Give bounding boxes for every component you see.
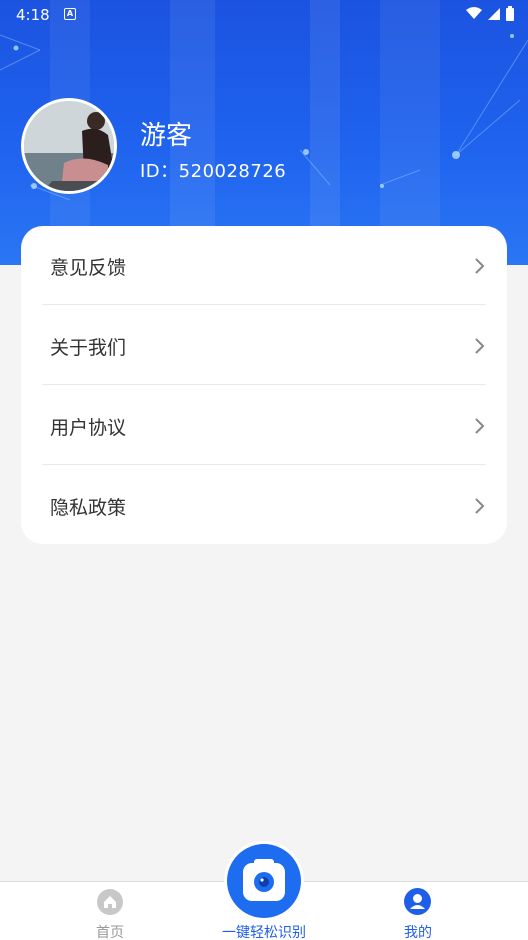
- home-icon: [97, 889, 123, 915]
- notification-icon: A: [64, 8, 76, 20]
- settings-menu-card: 意见反馈 关于我们 用户协议 隐私政策: [21, 226, 507, 544]
- avatar-image: [24, 101, 114, 191]
- battery-icon: [506, 6, 514, 21]
- tab-scan-label: 一键轻松识别: [222, 925, 306, 940]
- menu-item-user-agreement[interactable]: 用户协议: [42, 386, 486, 466]
- tab-home-label: 首页: [96, 925, 124, 940]
- chevron-right-icon: [475, 338, 485, 354]
- status-time: 4:18: [16, 6, 50, 24]
- menu-item-about-us[interactable]: 关于我们: [42, 306, 486, 386]
- divider: [42, 464, 486, 465]
- username: 游客: [140, 121, 193, 151]
- wifi-icon: [466, 7, 482, 19]
- avatar[interactable]: [21, 98, 117, 194]
- status-icons: [466, 6, 514, 21]
- menu-item-feedback[interactable]: 意见反馈: [42, 226, 486, 306]
- camera-icon: [243, 859, 285, 901]
- menu-item-label: 隐私政策: [50, 496, 127, 519]
- tab-mine-label: 我的: [404, 925, 432, 940]
- menu-item-privacy-policy[interactable]: 隐私政策: [42, 466, 486, 546]
- divider: [42, 304, 486, 305]
- chevron-right-icon: [475, 418, 485, 434]
- status-bar: 4:18 A: [0, 0, 528, 30]
- menu-item-label: 意见反馈: [50, 256, 127, 279]
- menu-item-label: 用户协议: [50, 416, 127, 439]
- divider: [42, 384, 486, 385]
- signal-icon: [488, 7, 500, 20]
- user-icon: [404, 888, 431, 915]
- chevron-right-icon: [475, 258, 485, 274]
- scan-button[interactable]: [227, 844, 301, 918]
- chevron-right-icon: [475, 498, 485, 514]
- menu-item-label: 关于我们: [50, 336, 127, 359]
- user-id: ID：520028726: [140, 161, 287, 182]
